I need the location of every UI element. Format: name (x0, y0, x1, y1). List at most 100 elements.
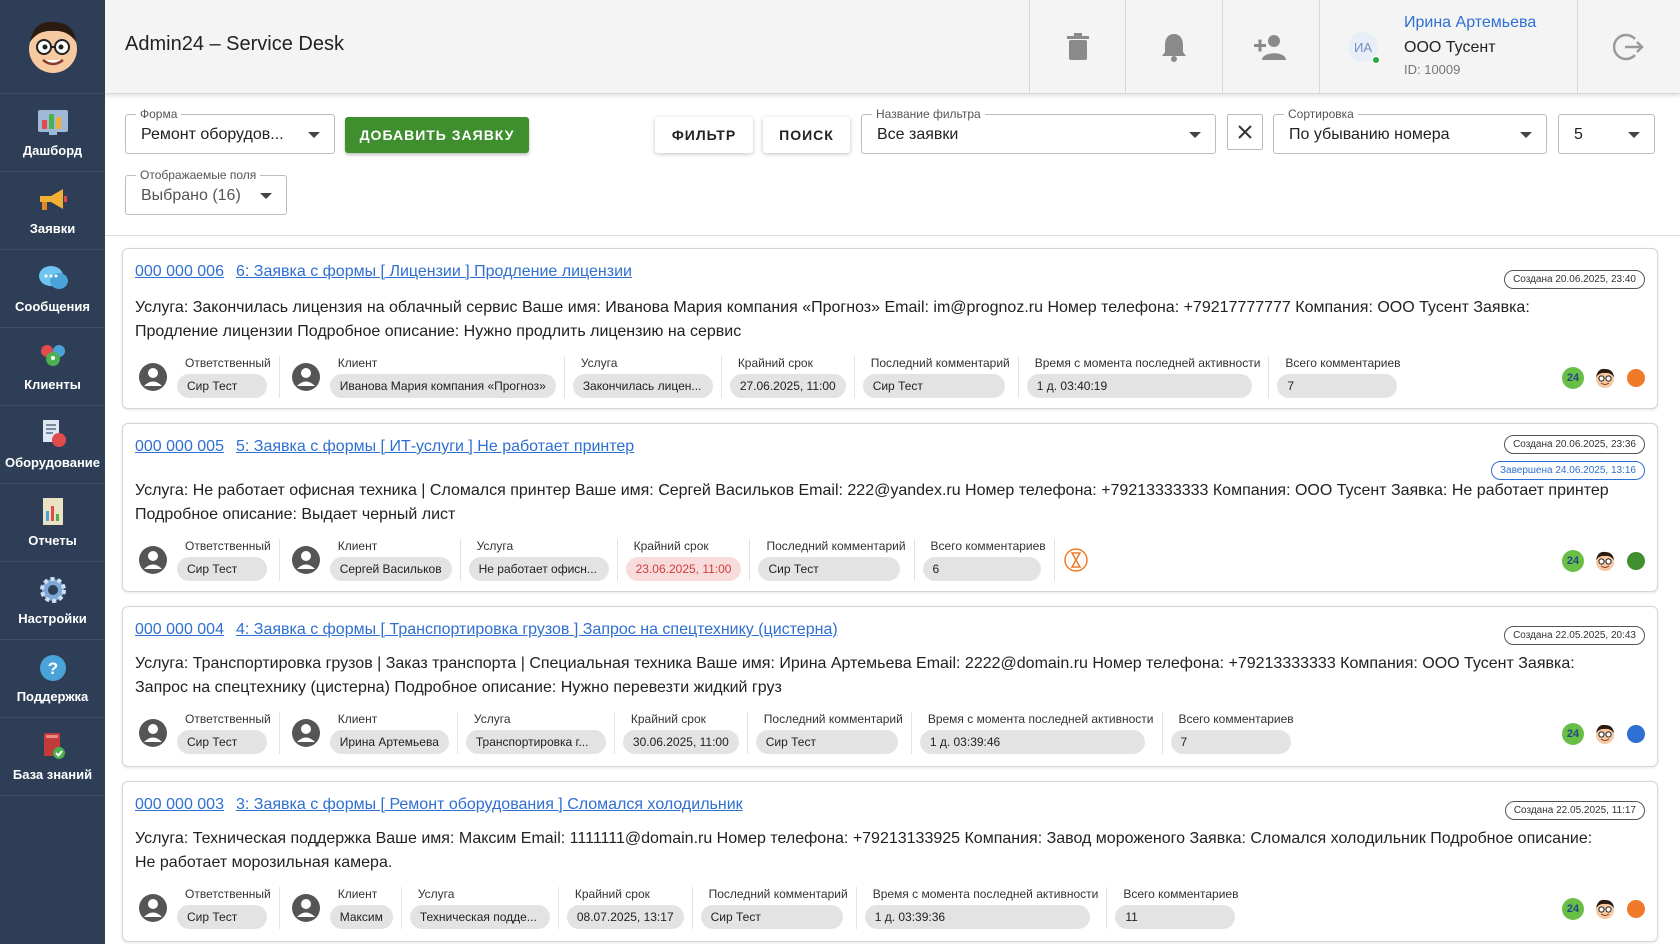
ticket-number-link[interactable]: 000 000 004 (135, 621, 224, 638)
sidebar-item-label: Настройки (18, 611, 87, 626)
sidebar-item-label: Поддержка (16, 689, 89, 704)
person-icon (137, 544, 169, 576)
logout-icon (1613, 33, 1644, 61)
client-chip[interactable]: Ирина Артемьева (329, 730, 449, 754)
trash-button[interactable] (1029, 0, 1125, 94)
sidebar-item-support[interactable]: ? Поддержка (0, 640, 105, 718)
sidebar-item-messages[interactable]: Сообщения (0, 250, 105, 328)
sidebar-item-dashboard[interactable]: Дашборд (0, 94, 105, 172)
add-request-button[interactable]: ДОБАВИТЬ ЗАЯВКУ (345, 117, 529, 153)
ticket-card[interactable]: 000 000 004 4: Заявка с формы [ Транспорт… (122, 606, 1658, 767)
ticket-meta: Ответственный Сир Тест Клиент Максим Услуг… (135, 886, 1254, 930)
ticket-number-link[interactable]: 000 000 006 (135, 263, 224, 280)
service-chip[interactable]: Закончилась лицен... (572, 374, 713, 398)
user-name[interactable]: Ирина Артемьева (1404, 14, 1536, 32)
last-comment-chip[interactable]: Сир Тест (700, 905, 843, 929)
deadline-field: Крайний срок 27.06.2025, 11:00 (729, 356, 855, 398)
sidebar-item-settings[interactable]: Настройки (0, 562, 105, 640)
knowledge-base-icon (36, 731, 70, 761)
service-chip[interactable]: Техническая подде... (409, 905, 550, 929)
sort-select[interactable]: Сортировка По убыванию номера (1273, 107, 1547, 154)
ticket-header: 000 000 005 5: Заявка с формы [ ИТ-услуги… (135, 438, 646, 456)
ticket-number-link[interactable]: 000 000 003 (135, 796, 224, 813)
page-size-select[interactable]: 5 (1558, 114, 1655, 154)
ticket-card[interactable]: 000 000 006 6: Заявка с формы [ Лицензии … (122, 248, 1658, 409)
trash-icon (1066, 33, 1089, 60)
displayed-fields-select[interactable]: Отображаемые поля Выбрано (16) (125, 168, 287, 215)
agent-face-icon (1596, 899, 1614, 919)
client-chip[interactable]: Сергей Васильков (329, 557, 452, 581)
displayed-fields-label: Отображаемые поля (136, 168, 261, 182)
responsible-chip[interactable]: Сир Тест (177, 730, 267, 754)
deadline-chip: 08.07.2025, 13:17 (566, 905, 684, 929)
last-comment-chip[interactable]: Сир Тест (862, 374, 1005, 398)
ticket-title-link[interactable]: 4: Заявка с формы [ Транспортировка груз… (236, 621, 838, 638)
last-comment-chip[interactable]: Сир Тест (758, 557, 901, 581)
notifications-button[interactable] (1125, 0, 1221, 94)
last-comment-field: Последний комментарий Сир Тест (862, 356, 1019, 398)
service-chip[interactable]: Транспортировка г... (465, 730, 606, 754)
search-button[interactable]: ПОИСК (763, 117, 850, 153)
responsible-field: Ответственный Сир Тест (177, 887, 280, 929)
ticket-title-link[interactable]: 6: Заявка с формы [ Лицензии ] Продление… (236, 263, 632, 280)
service-chip[interactable]: Не работает офисн... (468, 557, 609, 581)
responsible-chip[interactable]: Сир Тест (177, 557, 267, 581)
ticket-header: 000 000 004 4: Заявка с формы [ Транспорт… (135, 621, 850, 639)
add-user-button[interactable] (1222, 0, 1318, 94)
displayed-fields-value: Выбрано (16) (141, 187, 241, 204)
person-icon (290, 544, 322, 576)
responsible-chip[interactable]: Сир Тест (177, 905, 267, 929)
last-comment-chip[interactable]: Сир Тест (755, 730, 898, 754)
sidebar-item-requests[interactable]: Заявки (0, 172, 105, 250)
close-icon (1238, 125, 1252, 139)
status-dot (1627, 725, 1645, 743)
client-field: Клиент Сергей Васильков (329, 539, 461, 581)
form-select[interactable]: Форма Ремонт оборудов... (125, 107, 335, 154)
client-field: Клиент Ирина Артемьева (329, 712, 458, 754)
scrollbar[interactable] (1668, 94, 1680, 944)
ticket-title-link[interactable]: 3: Заявка с формы [ Ремонт оборудования … (236, 796, 743, 813)
chevron-down-icon (1628, 132, 1640, 138)
sidebar: Дашборд Заявки Сообщения Клиенты Оборудо… (0, 0, 105, 944)
person-icon (137, 361, 169, 393)
filter-button[interactable]: ФИЛЬТР (655, 117, 753, 153)
service-field: Услуга Закончилась лицен... (572, 356, 722, 398)
clear-filter-button[interactable] (1227, 114, 1263, 150)
activity-chip: 1 д. 03:40:19 (1026, 374, 1252, 398)
ticket-card[interactable]: 000 000 003 3: Заявка с формы [ Ремонт об… (122, 781, 1658, 942)
chevron-down-icon (308, 132, 320, 138)
add-user-icon (1253, 35, 1286, 60)
deadline-field: Крайний срок 30.06.2025, 11:00 (622, 712, 748, 754)
sidebar-item-label: Дашборд (22, 143, 83, 158)
top-header: Admin24 – Service Desk ИА Ирина Артемьев… (105, 0, 1680, 94)
last-comment-field: Последний комментарий Сир Тест (700, 887, 857, 929)
form-select-label: Форма (136, 107, 182, 121)
ticket-title-link[interactable]: 5: Заявка с формы [ ИТ-услуги ] Не работ… (236, 438, 634, 455)
sidebar-item-equipment[interactable]: Оборудование (0, 406, 105, 484)
client-chip[interactable]: Иванова Мария компания «Прогноз» (329, 374, 556, 398)
clients-icon (36, 341, 70, 371)
sidebar-item-knowledge-base[interactable]: База знаний (0, 718, 105, 796)
ticket-number-link[interactable]: 000 000 005 (135, 438, 224, 455)
sort-label: Сортировка (1284, 107, 1358, 121)
ticket-card[interactable]: 000 000 005 5: Заявка с формы [ ИТ-услуги… (122, 423, 1658, 592)
sidebar-item-clients[interactable]: Клиенты (0, 328, 105, 406)
dashboard-icon (36, 107, 70, 137)
app-logo[interactable] (0, 0, 105, 94)
online-status-dot (1372, 56, 1380, 64)
sidebar-item-reports[interactable]: Отчеты (0, 484, 105, 562)
client-field: Клиент Иванова Мария компания «Прогноз» (329, 356, 565, 398)
logout-button[interactable] (1577, 0, 1680, 94)
client-chip[interactable]: Максим (329, 905, 393, 929)
ticket-description: Услуга: Техническая поддержка Ваше имя: … (135, 830, 1593, 871)
user-profile[interactable]: ИА Ирина Артемьева ООО Тусент ID: 10009 (1319, 0, 1577, 94)
sidebar-item-label: База знаний (12, 767, 93, 782)
ticket-description: Услуга: Закончилась лицензия на облачный… (135, 299, 1530, 340)
deadline-chip: 30.06.2025, 11:00 (622, 730, 739, 754)
ticket-meta: Ответственный Сир Тест Клиент Иванова Мари… (135, 355, 1417, 399)
ticket-icons: 24 (1562, 367, 1645, 389)
filter-name-select[interactable]: Название фильтра Все заявки (861, 107, 1216, 154)
created-badge: Создана 22.05.2025, 11:17 (1504, 801, 1645, 820)
responsible-chip[interactable]: Сир Тест (177, 374, 267, 398)
person-icon (290, 717, 322, 749)
